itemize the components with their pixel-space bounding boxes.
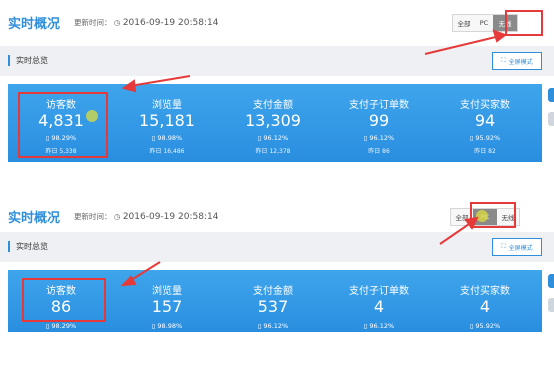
arrow-head — [492, 29, 508, 43]
arrow-line — [129, 75, 191, 87]
arrow-line — [424, 35, 501, 55]
arrow-head — [121, 79, 137, 93]
arrow-head — [464, 216, 479, 230]
annotation-arrows — [120, 29, 508, 287]
arrow-line — [439, 221, 473, 245]
